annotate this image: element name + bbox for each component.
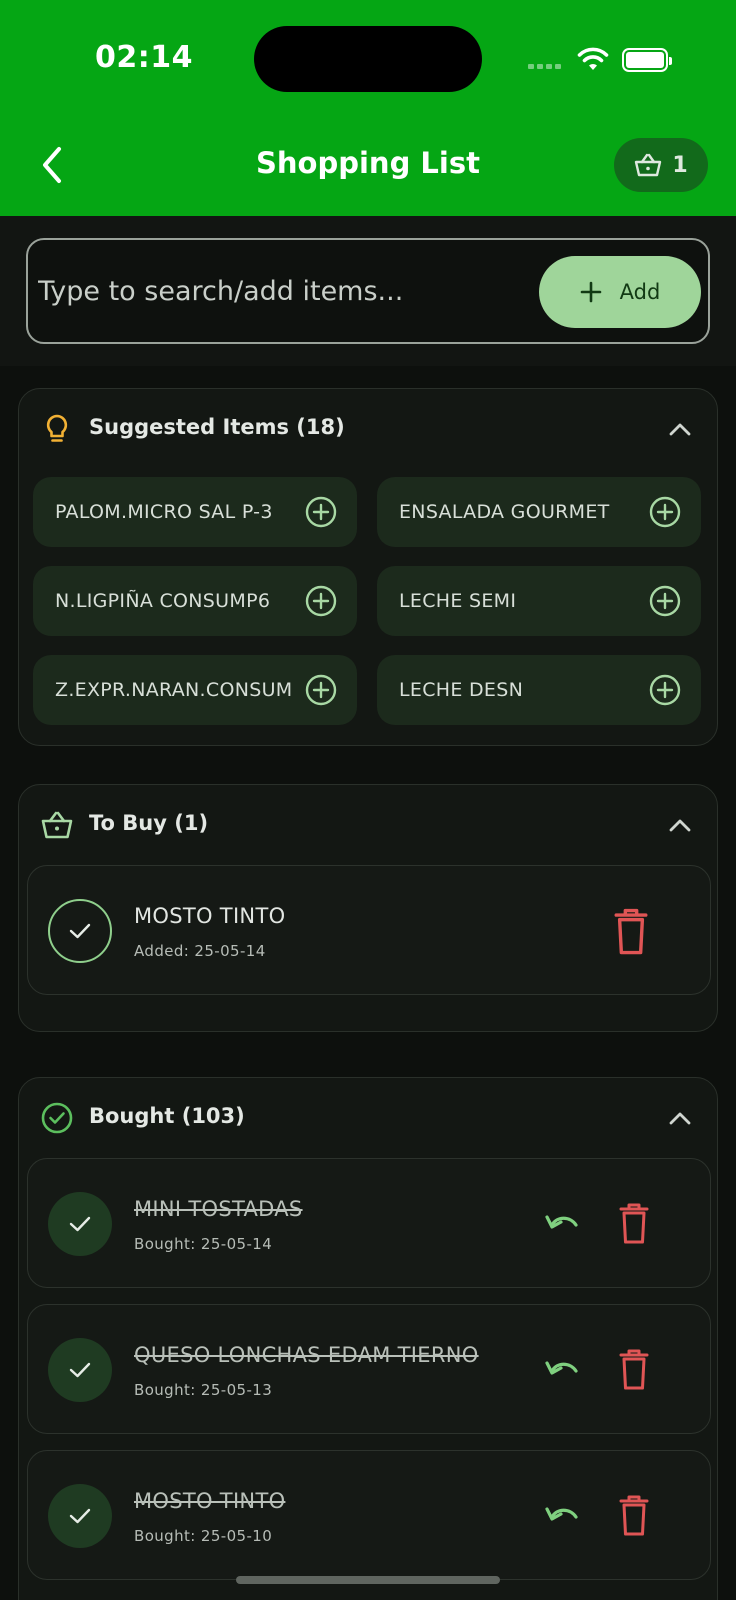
dynamic-island [254, 26, 482, 92]
item-name: MOSTO TINTO [134, 1489, 286, 1513]
plus-icon [580, 281, 601, 303]
check-icon [69, 923, 91, 939]
app-header: 02:14 Shopping List 1 [0, 0, 736, 216]
list-item: MOSTO TINTO Added: 25-05-14 [27, 865, 711, 995]
plus-circle-icon[interactable] [305, 585, 337, 617]
suggested-chip-label: ENSALADA GOURMET [399, 501, 610, 523]
plus-circle-icon[interactable] [649, 585, 681, 617]
item-date: Bought: 25-05-14 [134, 1235, 273, 1253]
undo-icon[interactable] [542, 1205, 582, 1241]
item-name: MINI TOSTADAS [134, 1197, 303, 1221]
suggested-chip-label: PALOM.MICRO SAL P-3 [55, 501, 273, 523]
add-button-label: Add [619, 280, 661, 304]
undo-icon[interactable] [542, 1351, 582, 1387]
suggested-chip-label: LECHE SEMI [399, 590, 517, 612]
plus-circle-icon[interactable] [649, 674, 681, 706]
suggested-chip[interactable]: N.LIGPIÑA CONSUMP6 [33, 566, 357, 636]
shopping-list-screen: 02:14 Shopping List 1 Type to search/add… [0, 0, 736, 1600]
mark-bought-button[interactable] [48, 899, 112, 963]
suggested-items-card: Suggested Items (18) PALOM.MICRO SAL P-3… [18, 388, 718, 746]
check-icon [69, 1362, 91, 1378]
trash-icon[interactable] [618, 1493, 650, 1537]
chevron-up-icon[interactable] [665, 415, 695, 445]
trash-icon[interactable] [612, 906, 650, 956]
cart-badge-button[interactable]: 1 [614, 138, 708, 192]
bought-check [48, 1192, 112, 1256]
trash-icon[interactable] [618, 1347, 650, 1391]
battery-icon [622, 48, 672, 72]
plus-circle-icon[interactable] [305, 674, 337, 706]
item-date: Added: 25-05-14 [134, 942, 266, 960]
item-date: Bought: 25-05-13 [134, 1381, 273, 1399]
item-date: Bought: 25-05-10 [134, 1527, 273, 1545]
bought-card: Bought (103) MINI TOSTADAS Bought: 25-05… [18, 1077, 718, 1600]
to-buy-header[interactable]: To Buy (1) [19, 785, 717, 865]
add-item-button[interactable]: Add [539, 256, 701, 328]
bought-title: Bought (103) [89, 1104, 245, 1128]
plus-circle-icon[interactable] [305, 496, 337, 528]
item-name: QUESO LONCHAS EDAM TIERNO [134, 1343, 479, 1367]
list-item: MINI TOSTADAS Bought: 25-05-14 [27, 1158, 711, 1288]
cellular-signal-icon [528, 64, 561, 69]
status-time: 02:14 [95, 40, 193, 75]
basket-icon [635, 153, 662, 177]
suggested-chip-label: LECHE DESN [399, 679, 524, 701]
to-buy-title: To Buy (1) [89, 811, 209, 835]
suggested-chip[interactable]: ENSALADA GOURMET [377, 477, 701, 547]
item-name: MOSTO TINTO [134, 904, 286, 928]
search-bar-area: Add [0, 216, 736, 366]
search-box: Add [26, 238, 710, 344]
suggested-chip-label: Z.EXPR.NARAN.CONSUM [55, 679, 293, 701]
lightbulb-icon [46, 414, 68, 442]
cart-count: 1 [672, 152, 688, 178]
chevron-up-icon[interactable] [665, 811, 695, 841]
wifi-icon [577, 47, 609, 70]
suggested-chip[interactable]: LECHE SEMI [377, 566, 701, 636]
bought-header[interactable]: Bought (103) [19, 1078, 717, 1158]
list-item: QUESO LONCHAS EDAM TIERNO Bought: 25-05-… [27, 1304, 711, 1434]
trash-icon[interactable] [618, 1201, 650, 1245]
suggested-chip[interactable]: Z.EXPR.NARAN.CONSUM [33, 655, 357, 725]
check-icon [69, 1216, 91, 1232]
suggested-chip[interactable]: LECHE DESN [377, 655, 701, 725]
undo-icon[interactable] [542, 1497, 582, 1533]
search-input[interactable] [38, 266, 528, 316]
plus-circle-icon[interactable] [649, 496, 681, 528]
list-item: MOSTO TINTO Bought: 25-05-10 [27, 1450, 711, 1580]
suggested-items-header[interactable]: Suggested Items (18) [19, 389, 717, 469]
home-indicator [236, 1576, 500, 1584]
check-circle-icon [41, 1102, 73, 1134]
bought-check [48, 1338, 112, 1402]
suggested-chip[interactable]: PALOM.MICRO SAL P-3 [33, 477, 357, 547]
suggested-chip-label: N.LIGPIÑA CONSUMP6 [55, 590, 271, 612]
chevron-up-icon[interactable] [665, 1104, 695, 1134]
to-buy-card: To Buy (1) MOSTO TINTO Added: 25-05-14 [18, 784, 718, 1032]
check-icon [69, 1508, 91, 1524]
bought-check [48, 1484, 112, 1548]
basket-icon [41, 811, 73, 839]
suggested-items-title: Suggested Items (18) [89, 415, 345, 439]
